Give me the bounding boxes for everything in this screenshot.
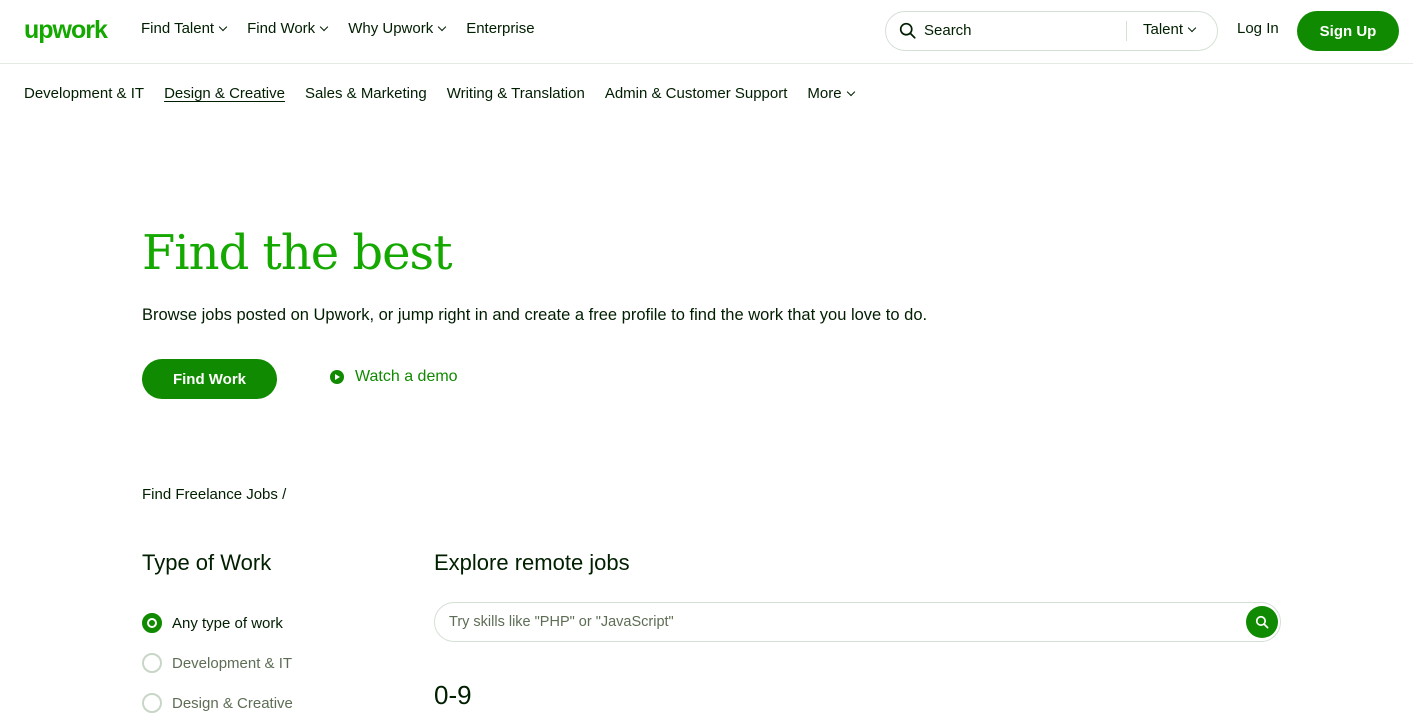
explore-heading: Explore remote jobs <box>434 550 630 575</box>
nav-label: Enterprise <box>466 20 535 37</box>
nav-find-talent[interactable]: Find Talent <box>141 20 228 37</box>
hero-subtitle: Browse jobs posted on Upwork, or jump ri… <box>142 306 928 324</box>
chevron-down-icon <box>319 22 329 31</box>
index-heading: 0-9 <box>434 680 472 710</box>
type-of-work-heading: Type of Work <box>142 550 272 575</box>
watch-demo-label: Watch a demo <box>355 368 458 385</box>
category-more[interactable]: More <box>807 85 855 102</box>
radio-unchecked-icon[interactable] <box>142 693 162 713</box>
category-label: Writing & Translation <box>446 85 585 102</box>
search-divider <box>1126 21 1127 41</box>
skills-search <box>434 602 1281 642</box>
watch-demo-link[interactable]: Watch a demo <box>330 368 458 386</box>
category-development-it[interactable]: Development & IT <box>24 85 144 102</box>
nav-enterprise[interactable]: Enterprise <box>466 20 534 37</box>
filter-development-it[interactable]: Development & IT <box>142 653 292 673</box>
chevron-down-icon <box>846 87 855 96</box>
nav-label: Find Work <box>247 20 316 37</box>
filter-label: Design & Creative <box>172 694 293 712</box>
header-search[interactable]: Search Talent <box>885 11 1218 51</box>
filter-design-creative[interactable]: Design & Creative <box>142 693 293 713</box>
skills-search-button[interactable] <box>1246 606 1278 638</box>
radio-unchecked-icon[interactable] <box>142 653 162 673</box>
nav-label: Find Talent <box>141 20 215 37</box>
signup-button[interactable]: Sign Up <box>1297 11 1399 51</box>
search-icon <box>899 22 916 39</box>
category-label: Sales & Marketing <box>304 85 427 102</box>
top-header: upwork Find Talent Find Work Why Upwork … <box>0 0 1413 64</box>
filter-any-type[interactable]: Any type of work <box>142 613 283 633</box>
nav-find-work[interactable]: Find Work <box>247 20 329 37</box>
chevron-down-icon <box>437 22 447 31</box>
breadcrumb[interactable]: Find Freelance Jobs / <box>142 486 286 503</box>
play-icon <box>330 370 344 384</box>
radio-checked-icon[interactable] <box>142 613 162 633</box>
filter-label: Development & IT <box>172 654 293 672</box>
category-label: Development & IT <box>24 85 145 102</box>
chevron-down-icon <box>1187 23 1197 32</box>
filter-label: Any type of work <box>172 614 283 632</box>
search-icon <box>1255 615 1269 629</box>
nav-label: Why Upwork <box>348 20 434 37</box>
upwork-logo[interactable]: upwork <box>24 16 108 45</box>
category-nav: Development & IT Design & Creative Sales… <box>24 85 874 102</box>
search-scope-label: Talent <box>1143 21 1184 38</box>
nav-why-upwork[interactable]: Why Upwork <box>348 20 447 37</box>
skills-search-input[interactable] <box>449 611 1229 633</box>
search-input[interactable]: Search <box>924 22 972 39</box>
main-nav: Find Talent Find Work Why Upwork Enterpr… <box>141 20 556 37</box>
category-writing-translation[interactable]: Writing & Translation <box>447 85 585 102</box>
login-link[interactable]: Log In <box>1237 20 1279 37</box>
category-label: Admin & Customer Support <box>604 85 788 102</box>
category-sales-marketing[interactable]: Sales & Marketing <box>305 85 427 102</box>
find-work-button[interactable]: Find Work <box>142 359 277 399</box>
chevron-down-icon <box>218 22 228 31</box>
category-admin-support[interactable]: Admin & Customer Support <box>605 85 788 102</box>
category-label: Design & Creative <box>164 85 285 102</box>
search-scope-dropdown[interactable]: Talent <box>1143 21 1197 38</box>
category-design-creative[interactable]: Design & Creative <box>164 85 285 102</box>
category-label: More <box>807 85 842 102</box>
hero-title: Find the best <box>142 225 452 281</box>
